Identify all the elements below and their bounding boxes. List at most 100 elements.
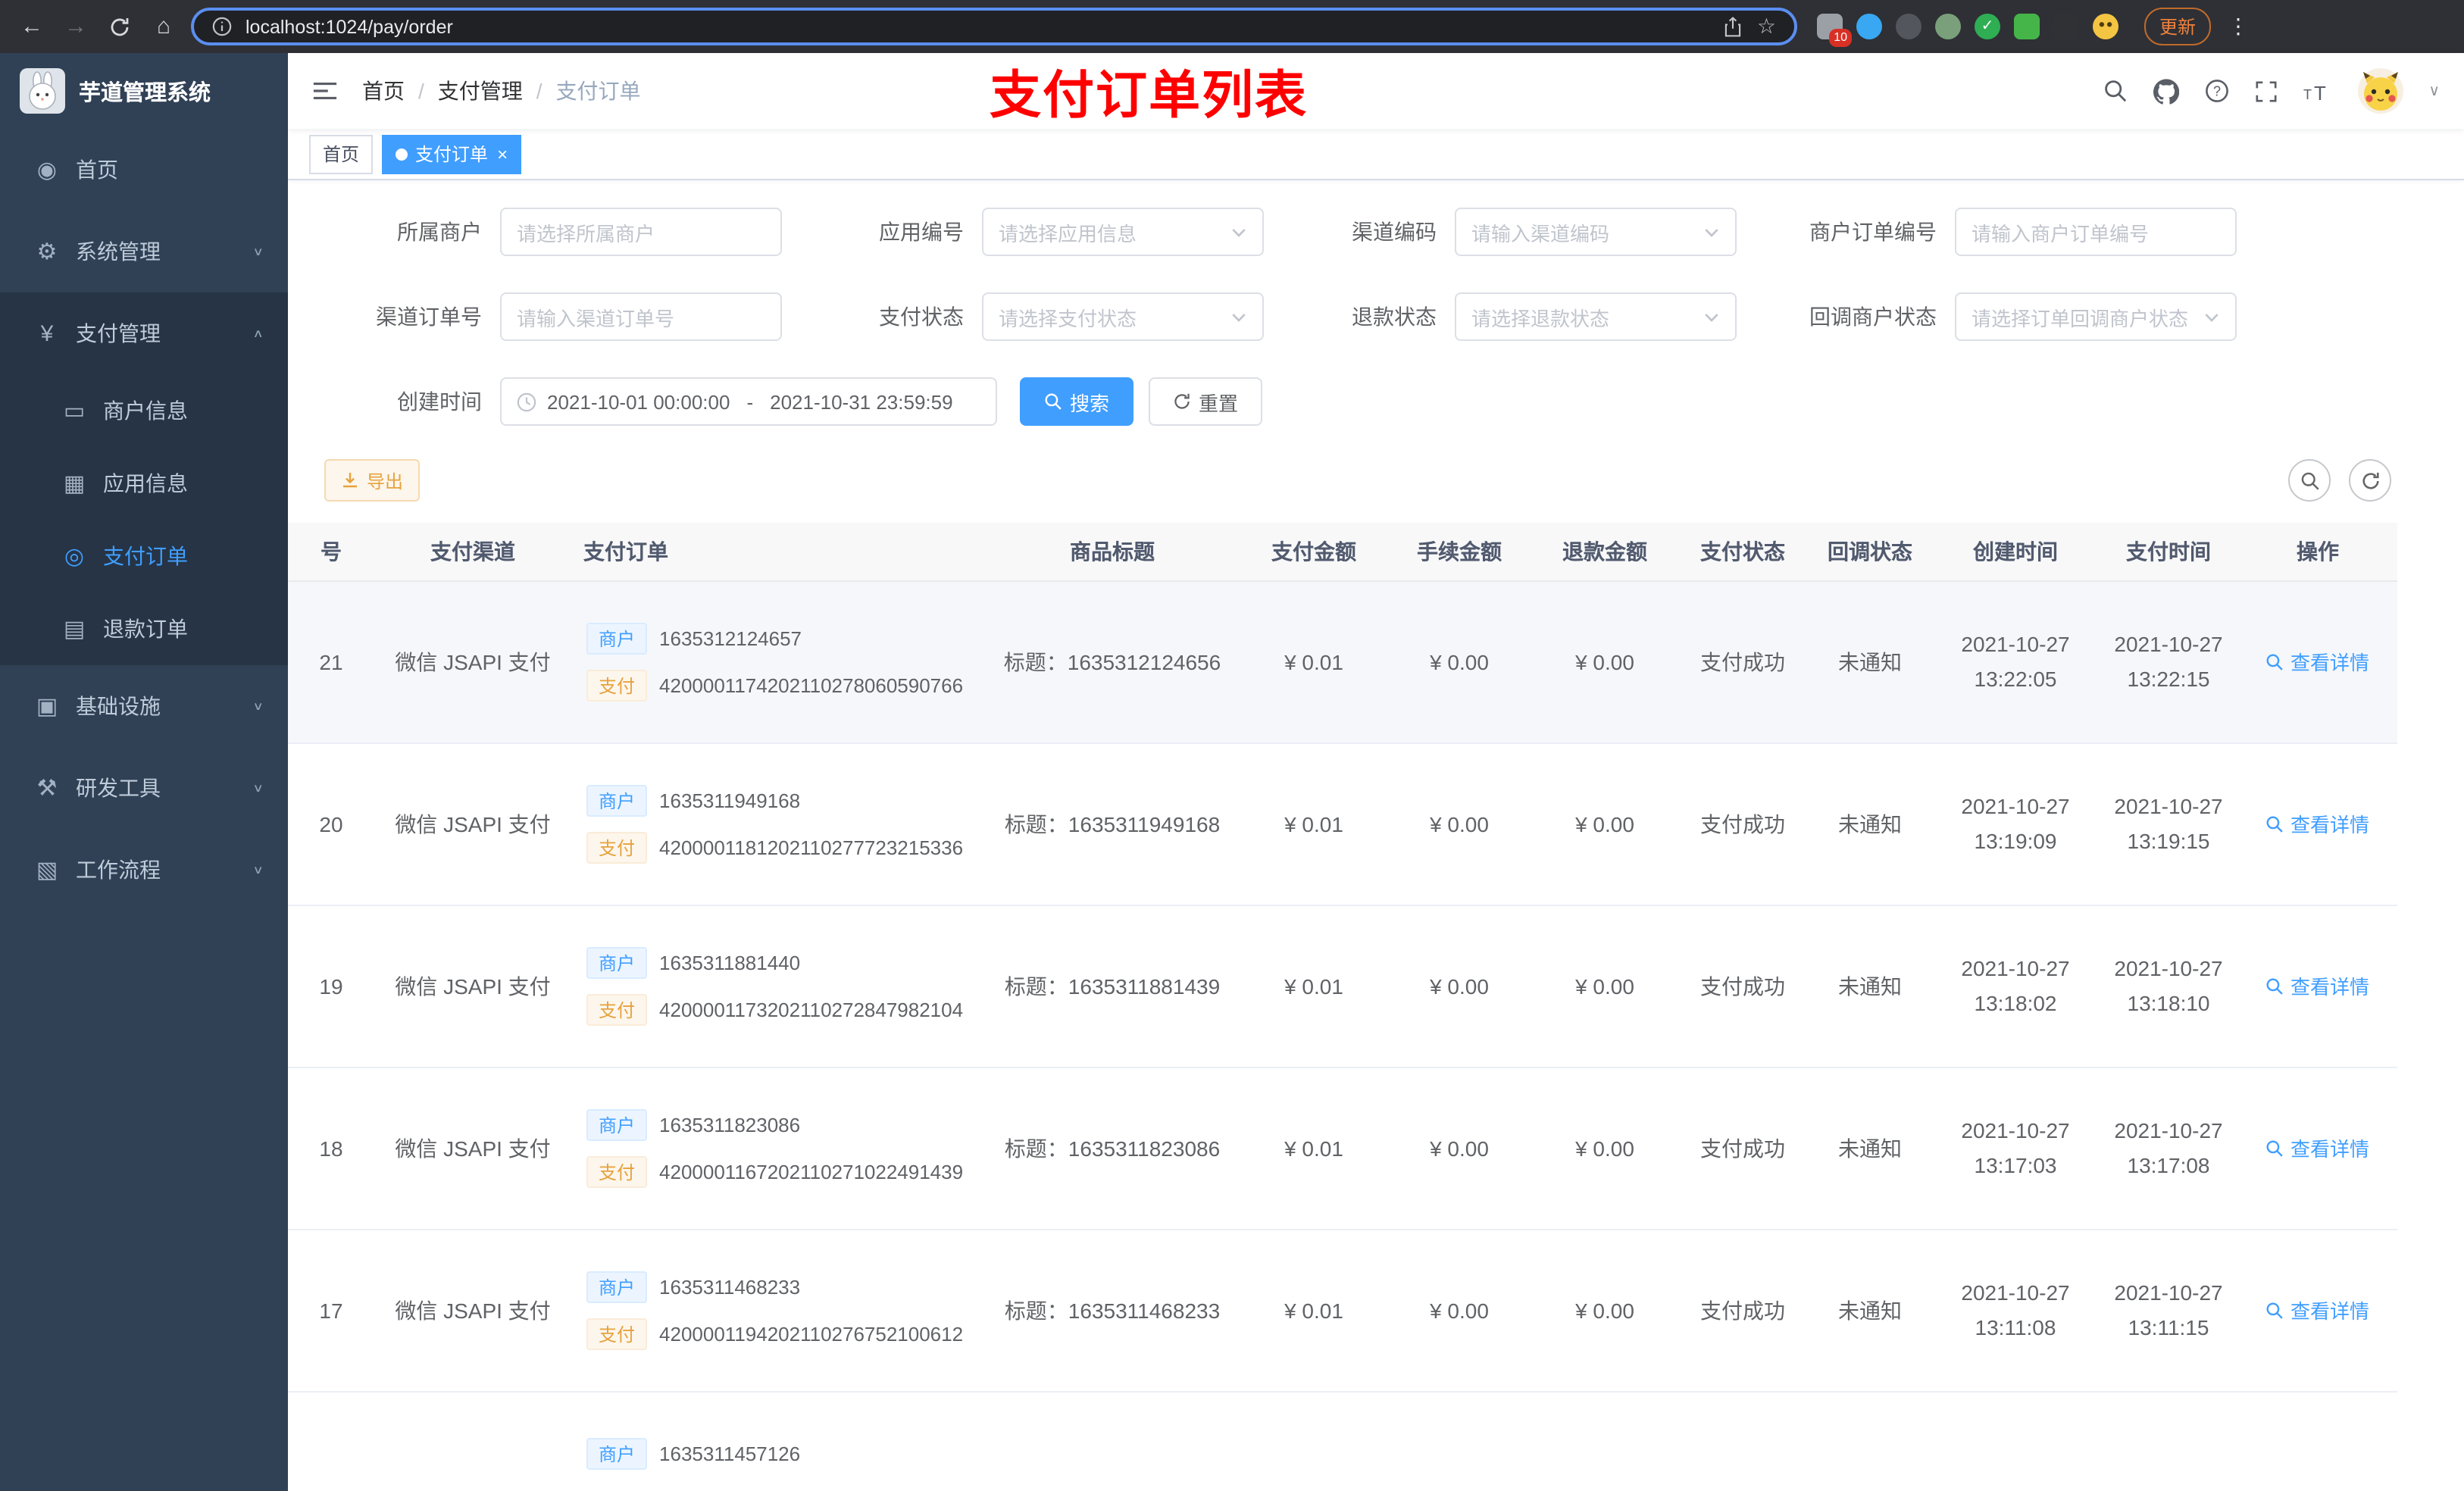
notify-status-cell: 未通知 (1808, 1067, 1932, 1230)
sidebar-item[interactable]: ⚙ 系统管理 ∨ (0, 211, 288, 292)
view-detail-link[interactable]: 查看详情 (2266, 647, 2369, 676)
chevron-icon: ∨ (252, 699, 264, 713)
grid-icon: ▦ (63, 471, 86, 497)
extension-dev-icon[interactable] (1896, 14, 1921, 39)
sidebar-item[interactable]: ¥ 支付管理 ∧ (0, 292, 288, 374)
extension-drop-icon[interactable] (1856, 14, 1882, 39)
share-icon[interactable] (1724, 16, 1743, 37)
font-size-icon[interactable]: TT (2303, 80, 2331, 102)
site-info-icon[interactable] (212, 17, 232, 36)
pay-status-select[interactable]: 请选择支付状态 (982, 292, 1264, 341)
extension-pin-icon[interactable] (2053, 14, 2079, 39)
channel-order-line: 支付 4200001194202110276752100612 (574, 1318, 980, 1349)
avatar[interactable] (2357, 68, 2403, 114)
fullscreen-icon[interactable] (2254, 80, 2277, 102)
sidebar-item[interactable]: ▧ 工作流程 ∨ (0, 829, 288, 911)
extension-puzzle-icon[interactable]: 10 (1817, 14, 1852, 47)
pay-badge: 支付 (586, 993, 648, 1025)
chevron-down-icon[interactable]: ∨ (2428, 83, 2440, 99)
app-logo[interactable]: 芋道管理系统 (0, 53, 288, 129)
table-header-row: 号支付渠道 支付订单 商品标题 支付金额 手续金额 退款金额 支付状态 回调状态 创建时间 支付时… (288, 523, 2397, 581)
sidebar-item[interactable]: ▦ 应用信息 (0, 447, 288, 520)
callback-status-select[interactable]: 请选择订单回调商户状态 (1955, 292, 2237, 341)
merchant-order-line: 商户 1635312124657 (574, 622, 980, 654)
column-header: 支付时间 (2099, 523, 2238, 581)
fee-amount-cell: ¥ 0.00 (1387, 1229, 1532, 1392)
create-time-cell: 2021-10-27 13:22:05 (1932, 580, 2099, 743)
tab-label: 首页 (323, 144, 360, 165)
tab[interactable]: 首页 (309, 134, 374, 173)
github-icon[interactable] (2153, 78, 2179, 104)
channel-cell: 微信 JSAPI 支付 (374, 742, 571, 905)
tab[interactable]: 支付订单 × (382, 134, 522, 173)
back-button[interactable]: ← (15, 15, 48, 38)
extension-check-icon[interactable]: ✓ (1975, 14, 2000, 39)
pay-order-icon: ◎ (64, 544, 85, 570)
sidebar-item-label: 首页 (76, 158, 118, 182)
browser-menu-icon[interactable]: ⋮ (2222, 14, 2255, 39)
url-text: localhost:1024/pay/order (245, 16, 453, 37)
sidebar-item[interactable]: ▣ 基础设施 ∨ (0, 665, 288, 747)
sidebar-item[interactable]: ⚒ 研发工具 ∨ (0, 747, 288, 829)
view-detail-link[interactable]: 查看详情 (2266, 1296, 2369, 1324)
app-select[interactable]: 请选择应用信息 (982, 208, 1264, 256)
channel-order-no: 4200001167202110271022491439 (659, 1160, 964, 1183)
table-row: 商户 1635311457126 (288, 1391, 2397, 1491)
refund-amount-cell: ¥ 0.00 (1532, 1067, 1678, 1230)
help-icon[interactable]: ? (2204, 79, 2228, 103)
channel-order-line: 支付 4200001173202110272847982104 (574, 993, 980, 1025)
refresh-table-button[interactable] (2349, 459, 2391, 502)
browser-update-button[interactable]: 更新 (2144, 8, 2212, 45)
chevron-down-icon (1232, 228, 1246, 236)
view-detail-link[interactable]: 查看详情 (2266, 1133, 2369, 1162)
toggle-search-button[interactable] (2288, 459, 2331, 502)
workflow-icon: ▧ (36, 858, 58, 883)
sidebar-item-label: 退款订单 (103, 617, 188, 641)
view-detail-link[interactable]: 查看详情 (2266, 809, 2369, 838)
sidebar-item[interactable]: ▤ 退款订单 (0, 592, 288, 665)
export-button[interactable]: 导出 (324, 459, 421, 502)
tab-close-icon[interactable]: × (497, 143, 508, 164)
sidebar-item[interactable]: ◉ 首页 (0, 129, 288, 211)
hamburger-icon[interactable] (312, 80, 338, 102)
sidebar-item[interactable]: ▭ 商户信息 (0, 374, 288, 447)
reset-button[interactable]: 重置 (1149, 377, 1263, 426)
filter-label: 支付状态 (879, 305, 964, 329)
view-icon (2267, 977, 2284, 994)
chevron-icon: ∨ (252, 781, 264, 795)
bank-card-icon: ▭ (63, 399, 86, 424)
merchant-order-no-input[interactable]: 请输入商户订单编号 (1955, 208, 2237, 256)
content: 所属商户 请选择所属商户 应用编号 请选择应用信息 渠道编码 请输入渠道编码 商… (288, 180, 2464, 1491)
pay-status-cell: 支付成功 (1678, 905, 1808, 1067)
breadcrumb-item[interactable]: 支付管理 (438, 76, 523, 106)
extension-wechat-icon[interactable] (2014, 14, 2040, 39)
channel-code-select[interactable]: 请输入渠道编码 (1455, 208, 1737, 256)
chevron-down-icon (1232, 313, 1246, 321)
search-icon[interactable] (2103, 79, 2127, 103)
merchant-order-no: 1635311949168 (659, 789, 801, 811)
breadcrumb-item[interactable]: 首页 (362, 76, 405, 106)
home-button[interactable]: ⌂ (147, 15, 180, 38)
column-header: 支付金额 (1241, 523, 1387, 581)
address-bar[interactable]: localhost:1024/pay/order ☆ (191, 8, 1797, 45)
order-id-cell: 18 (288, 1067, 374, 1230)
sidebar-item[interactable]: ◎ 支付订单 (0, 520, 288, 592)
merchant-order-line: 商户 1635311457126 (574, 1437, 980, 1469)
extension-smiley-icon[interactable] (2093, 14, 2118, 39)
view-detail-link[interactable]: 查看详情 (2266, 971, 2369, 1000)
order-id-cell: 17 (288, 1229, 374, 1392)
channel-order-no-input[interactable]: 请输入渠道订单号 (500, 292, 782, 341)
merchant-select[interactable]: 请选择所属商户 (500, 208, 782, 256)
forward-button[interactable]: → (59, 15, 92, 38)
merchant-order-no: 1635311468233 (659, 1275, 801, 1298)
channel-order-line: 支付 4200001181202110277723215336 (574, 831, 980, 863)
refund-amount-cell: ¥ 0.00 (1532, 580, 1678, 743)
pay-badge: 支付 (586, 1318, 648, 1349)
refund-status-select[interactable]: 请选择退款状态 (1455, 292, 1737, 341)
extension-globe-icon[interactable] (1935, 14, 1961, 39)
bookmark-star-icon[interactable]: ☆ (1757, 14, 1776, 39)
download-icon (343, 473, 357, 488)
create-time-range-input[interactable]: 2021-10-01 00:00:00 - 2021-10-31 23:59:5… (500, 377, 997, 426)
reload-button[interactable] (103, 16, 136, 37)
search-button[interactable]: 搜索 (1020, 377, 1134, 426)
